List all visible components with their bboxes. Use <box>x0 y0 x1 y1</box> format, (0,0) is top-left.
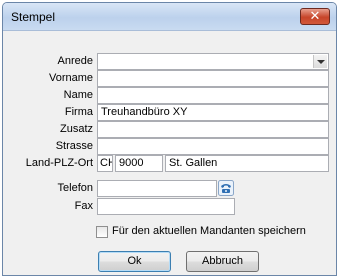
phone-icon[interactable] <box>218 180 234 196</box>
close-icon: ✕ <box>309 9 321 24</box>
vorname-label: Vorname <box>48 72 93 84</box>
save-for-client-label[interactable]: Für den aktuellen Mandanten speichern <box>112 223 306 240</box>
chevron-down-icon <box>317 60 325 64</box>
cancel-button[interactable]: Abbruch <box>186 251 259 272</box>
fax-field[interactable] <box>97 198 235 215</box>
zusatz-label: Zusatz <box>59 123 93 135</box>
save-for-client-checkbox[interactable] <box>96 226 108 238</box>
ort-field[interactable]: St. Gallen <box>165 155 329 172</box>
strasse-label: Strasse <box>55 140 93 152</box>
firma-label: Firma <box>64 106 93 118</box>
land-plz-ort-label: Land-PLZ-Ort <box>25 157 93 169</box>
telefon-label: Telefon <box>57 182 93 194</box>
anrede-select[interactable] <box>97 53 329 70</box>
name-field[interactable] <box>97 87 329 104</box>
ok-button[interactable]: Ok <box>98 251 171 272</box>
name-label: Name <box>63 89 93 101</box>
strasse-field[interactable] <box>97 138 329 155</box>
anrede-label: Anrede <box>57 55 93 67</box>
telefon-field[interactable] <box>97 180 217 197</box>
vorname-field[interactable] <box>97 70 329 87</box>
land-field[interactable]: CH <box>97 155 113 172</box>
plz-field[interactable]: 9000 <box>115 155 163 172</box>
zusatz-field[interactable] <box>97 121 329 138</box>
window-title: Stempel <box>11 10 56 24</box>
firma-field[interactable]: Treuhandbüro XY <box>97 104 329 121</box>
anrede-dropdown-button[interactable] <box>313 55 327 68</box>
stempel-dialog: Stempel ✕ Anrede Vorname Name Firma Treu… <box>2 2 337 276</box>
title-bar[interactable]: Stempel ✕ <box>3 3 336 31</box>
fax-label: Fax <box>74 200 93 212</box>
close-button[interactable]: ✕ <box>300 8 330 25</box>
